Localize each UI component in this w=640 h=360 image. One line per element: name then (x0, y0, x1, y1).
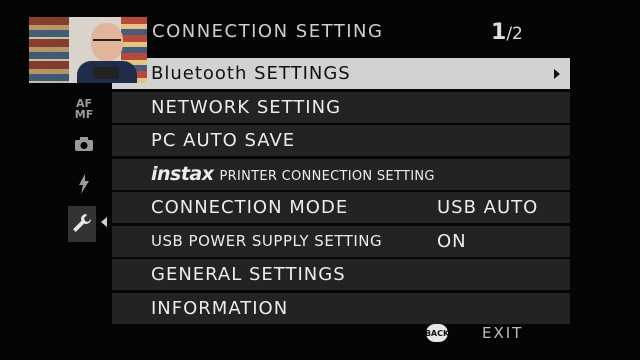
menu-item-pc-auto-save[interactable]: PC AUTO SAVE (112, 125, 570, 156)
menu-item-value: USB AUTO (437, 197, 539, 218)
tab-selector-arrow (101, 217, 107, 227)
menu-item-bluetooth[interactable]: Bluetooth SETTINGS (112, 58, 570, 89)
menu-item-connection-mode[interactable]: CONNECTION MODE USB AUTO (112, 192, 570, 223)
menu-item-general-settings[interactable]: GENERAL SETTINGS (112, 259, 570, 290)
wrench-icon (73, 214, 91, 232)
menu-item-network[interactable]: NETWORK SETTING (112, 91, 570, 123)
instax-logo: instax (151, 163, 214, 185)
menu-item-label: INFORMATION (151, 297, 289, 319)
menu-item-label: GENERAL SETTINGS (151, 264, 346, 285)
menu-item-label: Bluetooth SETTINGS (151, 63, 351, 84)
menu-item-usb-power[interactable]: USB POWER SUPPLY SETTING ON (112, 225, 570, 257)
menu-item-value: ON (437, 230, 467, 252)
menu-item-label: instax PRINTER CONNECTION SETTING (151, 163, 435, 185)
menu-item-label: PC AUTO SAVE (151, 130, 296, 151)
webcam-overlay (29, 17, 147, 83)
footer-bar: BACK EXIT (425, 324, 524, 342)
tab-setup[interactable] (68, 206, 96, 242)
menu-item-label: NETWORK SETTING (151, 96, 342, 118)
settings-menu: Bluetooth SETTINGS NETWORK SETTING PC AU… (112, 58, 570, 326)
menu-item-instax-printer[interactable]: instax PRINTER CONNECTION SETTING (112, 158, 570, 190)
page-title: CONNECTION SETTING (152, 21, 384, 42)
tab-flash[interactable] (70, 174, 98, 202)
page-total: /2 (506, 24, 523, 44)
tab-af-mf[interactable]: AF MF (70, 98, 98, 126)
exit-label: EXIT (482, 324, 524, 342)
menu-item-label: CONNECTION MODE (151, 197, 349, 218)
menu-item-label: USB POWER SUPPLY SETTING (151, 232, 383, 250)
menu-item-information[interactable]: INFORMATION (112, 292, 570, 324)
page-current: 1 (491, 20, 507, 45)
menu-tabs: AF MF (64, 92, 100, 342)
camera-icon (75, 137, 93, 151)
back-button-icon[interactable]: BACK (425, 324, 449, 342)
page-indicator: 1/2 (491, 20, 523, 45)
flash-icon (79, 174, 89, 194)
chevron-right-icon (554, 68, 560, 79)
tab-camera[interactable] (70, 136, 98, 164)
